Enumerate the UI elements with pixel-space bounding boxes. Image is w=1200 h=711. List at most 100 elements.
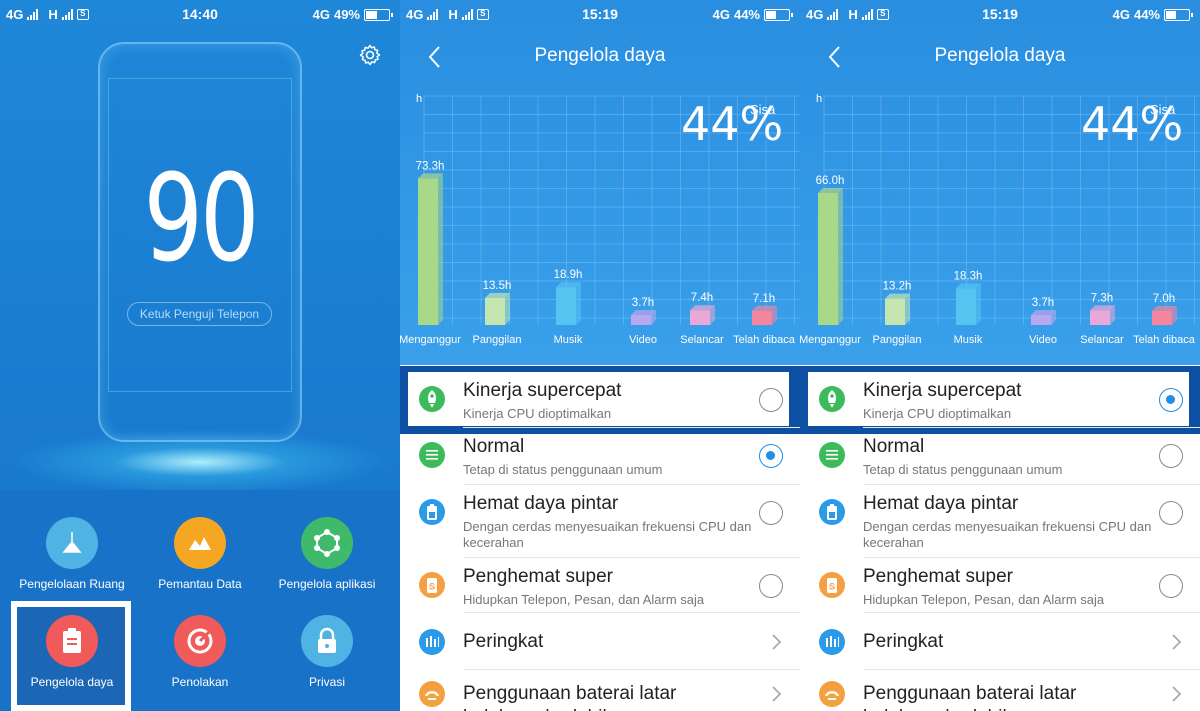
option-radio[interactable] (759, 501, 783, 525)
power-mode-option[interactable]: Kinerja supercepat Kinerja CPU dioptimalk… (400, 378, 800, 432)
option-radio[interactable] (1159, 388, 1183, 412)
chevron-right-icon (772, 686, 782, 702)
power-manager-panel-before: 4G H S 15:19 4G 44% Pengelola daya h 44% Sisa 73.3… (400, 0, 800, 711)
chart-bar-1 (885, 293, 910, 325)
tile-label: Pengelolaan Ruang (19, 577, 125, 591)
phone-test-button[interactable]: Ketuk Penguji Telepon (127, 302, 272, 326)
y-axis-unit: h (416, 93, 422, 105)
bar-value-label: 73.3h (416, 160, 445, 172)
power-mode-option[interactable]: Kinerja supercepat Kinerja CPU dioptimalk… (800, 378, 1200, 432)
option-title: Penghemat super (863, 566, 1013, 587)
remaining-label: Sisa (750, 102, 776, 117)
bar (818, 193, 838, 325)
power-mode-option[interactable]: S Penghemat super Hidupkan Telepon, Pesan,… (800, 564, 1200, 618)
power-mode-option[interactable]: Hemat daya pintar Dengan cerdas menyesuai… (800, 491, 1200, 550)
background-usage-link[interactable]: Penggunaan baterai latar belakang berleb… (800, 677, 1200, 711)
page-title: Pengelola daya (934, 45, 1066, 66)
chart-bar-0 (818, 188, 843, 325)
chart-bar-5 (1152, 306, 1177, 325)
power-mode-option[interactable]: Normal Tetap di status penggunaan umum (400, 434, 800, 488)
category-label: Selancar (680, 334, 724, 346)
chart-bar-1 (485, 293, 510, 325)
bar (485, 298, 505, 325)
chart-bar-2 (556, 282, 581, 325)
background-usage-link[interactable]: Penggunaan baterai latar belakang berleb… (400, 677, 800, 711)
option-title: Normal (863, 436, 925, 457)
ranking-link[interactable]: Peringkat (400, 625, 800, 675)
tile-app-manager[interactable]: Pengelola aplikasi (262, 517, 392, 591)
rocket-icon (419, 386, 445, 412)
option-radio[interactable] (1159, 444, 1183, 468)
svg-text:S: S (829, 582, 835, 592)
power-mode-option[interactable]: Normal Tetap di status penggunaan umum (800, 434, 1200, 488)
divider (463, 484, 800, 485)
option-subtitle: Dengan cerdas menyesuaikan frekuensi CPU… (463, 519, 752, 550)
category-label: Telah dibaca (1133, 334, 1196, 346)
option-radio[interactable] (1159, 574, 1183, 598)
chevron-right-icon (1172, 634, 1182, 650)
battery-smart-icon (419, 499, 445, 525)
bar-chart-icon (419, 629, 445, 655)
background-battery-icon (819, 681, 845, 707)
y-axis-unit: h (816, 93, 822, 105)
bar-value-label: 66.0h (816, 175, 845, 187)
network-type-3: 4G (712, 7, 730, 22)
bar-value-label: 13.2h (883, 281, 912, 293)
power-mode-option[interactable]: S Penghemat super Hidupkan Telepon, Pesan,… (400, 564, 800, 618)
broom-icon (46, 517, 98, 569)
option-title: Kinerja supercepat (463, 380, 622, 401)
divider (863, 427, 1200, 428)
status-bar: 4G H S 15:19 4G 44% (400, 0, 800, 30)
category-label: Musik (554, 334, 583, 346)
option-title: Kinerja supercepat (863, 380, 1022, 401)
bar-value-label: 18.3h (954, 270, 983, 282)
network-type-3: 4G (1112, 7, 1130, 22)
option-radio[interactable] (759, 574, 783, 598)
tile-power-manager[interactable]: Pengelola daya (7, 615, 137, 689)
divider (463, 612, 800, 613)
battery-smart-icon (819, 499, 845, 525)
tile-label: Pengelola daya (30, 675, 114, 689)
tile-label: Penolakan (171, 675, 229, 689)
tile-privacy[interactable]: Privasi (262, 615, 392, 689)
category-label: Video (1029, 334, 1057, 346)
chart-bar-5 (752, 305, 777, 325)
tile-label: Privasi (308, 675, 345, 689)
category-label: Telah dibaca (733, 334, 796, 346)
status-bar: 4G H S 15:19 4G 44% (800, 0, 1200, 30)
tile-data-monitor[interactable]: Pemantau Data (135, 517, 265, 591)
page-title: Pengelola daya (534, 45, 666, 66)
battery-icon (1164, 8, 1193, 21)
option-title: Hemat daya pintar (863, 493, 1019, 514)
option-subtitle: Dengan cerdas menyesuaikan frekuensi CPU… (863, 519, 1152, 550)
link-title: Penggunaan baterai latar belakang berleb… (463, 683, 677, 711)
option-subtitle: Kinerja CPU dioptimalkan (463, 406, 612, 421)
tile-blocking[interactable]: Penolakan (135, 615, 265, 689)
category-label: Panggilan (873, 334, 922, 346)
chart-bar-4 (690, 305, 715, 325)
option-title: Hemat daya pintar (463, 493, 619, 514)
settings-gear-icon[interactable] (358, 43, 382, 67)
option-radio[interactable] (1159, 501, 1183, 525)
battery-clipboard-icon (46, 615, 98, 667)
bar-value-label: 7.4h (691, 292, 713, 304)
option-subtitle: Tetap di status penggunaan umum (863, 462, 1063, 477)
list-icon (819, 442, 845, 468)
power-mode-option[interactable]: Hemat daya pintar Dengan cerdas menyesuai… (400, 491, 800, 550)
block-target-icon (174, 615, 226, 667)
option-radio[interactable] (759, 444, 783, 468)
bar (1031, 315, 1051, 325)
category-label: Panggilan (473, 334, 522, 346)
category-label: Musik (954, 334, 983, 346)
ranking-link[interactable]: Peringkat (800, 625, 1200, 675)
bar-value-label: 3.7h (1032, 297, 1054, 309)
remaining-label: Sisa (1150, 102, 1176, 117)
tile-space-management[interactable]: Pengelolaan Ruang (7, 517, 137, 591)
option-title: Penghemat super (463, 566, 613, 587)
option-radio[interactable] (759, 388, 783, 412)
svg-text:S: S (429, 582, 435, 592)
bar (956, 288, 976, 325)
battery-percent: 44% (733, 7, 760, 22)
phone-manager-panel: 4G H S 14:40 4G 49% 90 Ketuk Penguji Tel… (0, 0, 400, 711)
power-save-icon: S (419, 572, 445, 598)
